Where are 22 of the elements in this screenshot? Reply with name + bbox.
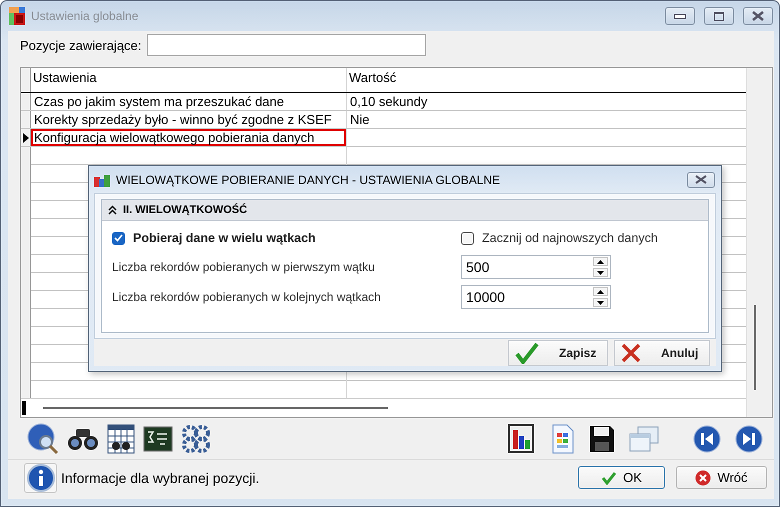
filter-label: Pozycje zawierające: xyxy=(20,38,142,52)
window-title: Ustawienia globalne xyxy=(31,9,140,23)
back-button[interactable]: Wróć xyxy=(676,466,767,489)
ok-button[interactable]: OK xyxy=(578,466,665,489)
table-cell[interactable]: Konfiguracja wielowątkowego pobierania danych xyxy=(31,129,347,146)
table-cell[interactable]: Czas po jakim system ma przeszukać dane xyxy=(31,93,347,110)
cancel-button[interactable]: Anuluj xyxy=(614,340,710,366)
checkbox-label: Zacznij od najnowszych danych xyxy=(482,231,658,245)
field-label: Liczba rekordów pobieranych w kolejnych wątkach xyxy=(112,290,382,304)
number-field[interactable]: 10000 xyxy=(461,285,611,309)
checkbox-label: Pobieraj dane w wielu wątkach xyxy=(133,231,316,245)
table-cell[interactable]: 0,10 sekundy xyxy=(347,93,746,110)
dialog-title: WIELOWĄTKOWE POBIERANIE DANYCH - USTAWIENIA GLOBALNE xyxy=(116,172,502,186)
info-text: Informacje dla wybranej pozycji. xyxy=(61,470,260,486)
field-label: Liczba rekordów pobieranych w pierwszym wątku xyxy=(112,260,376,274)
section-title: II. WIELOWĄTKOWOŚĆ xyxy=(123,204,248,216)
save-button[interactable]: Zapisz xyxy=(508,340,608,366)
column-header[interactable]: Wartość xyxy=(347,68,746,92)
number-field[interactable]: 500 xyxy=(461,255,611,279)
column-header[interactable]: Ustawienia xyxy=(31,68,347,92)
table-cell[interactable]: Nie xyxy=(347,111,746,128)
table-cell[interactable]: Korekty sprzedaży było - winno być zgodne z KSEF xyxy=(31,111,347,128)
